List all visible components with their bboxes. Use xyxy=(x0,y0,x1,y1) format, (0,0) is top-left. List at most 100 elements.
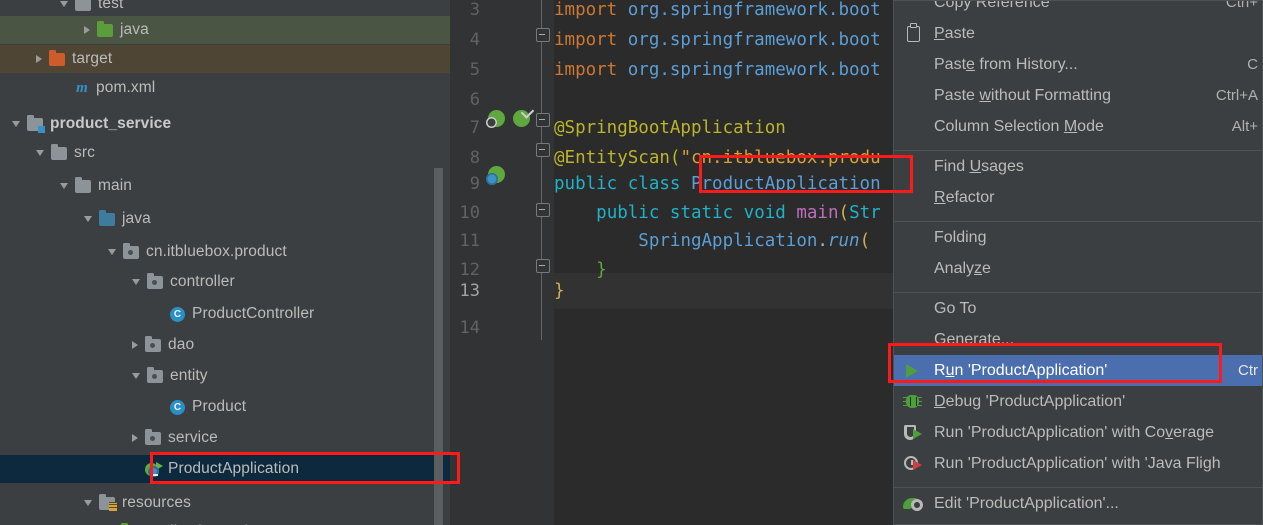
tree-item-label: ProductController xyxy=(192,305,315,322)
fold-marker-line8[interactable] xyxy=(536,143,550,157)
source-folder-icon xyxy=(97,20,114,38)
fold-marker-line5[interactable] xyxy=(536,28,550,42)
menu-item-paste[interactable]: Paste xyxy=(894,18,1262,49)
menu-spacer-icon xyxy=(902,157,926,177)
chevron-right-icon[interactable] xyxy=(132,434,138,442)
tree-item-service[interactable]: service xyxy=(0,424,450,452)
tree-scrollbar[interactable] xyxy=(434,168,443,525)
menu-item-label: Paste from History... xyxy=(934,55,1078,73)
menu-spacer-icon xyxy=(902,117,926,137)
menu-item-label: Debug 'ProductApplication' xyxy=(934,392,1126,410)
menu-item-debug-productapplication[interactable]: Debug 'ProductApplication' xyxy=(894,386,1262,417)
tree-item-productcontroller[interactable]: C ProductController xyxy=(0,300,450,328)
menu-item-go-to[interactable]: Go To xyxy=(894,293,1262,324)
chevron-down-icon[interactable] xyxy=(108,249,116,255)
chevron-right-icon[interactable] xyxy=(36,55,42,63)
tree-item-main[interactable]: main xyxy=(0,172,450,200)
tree-item-label: product_service xyxy=(50,115,172,132)
package-icon xyxy=(147,366,164,384)
menu-spacer-icon xyxy=(902,259,926,279)
project-tree-panel[interactable]: test java target m pom.xml product_service src… xyxy=(0,0,450,525)
sources-root-icon xyxy=(99,209,116,227)
chevron-down-icon[interactable] xyxy=(84,216,92,222)
chevron-right-icon[interactable] xyxy=(84,26,90,34)
chevron-down-icon[interactable] xyxy=(36,150,44,156)
chevron-right-icon[interactable] xyxy=(132,341,138,349)
chevron-down-icon[interactable] xyxy=(60,1,68,7)
java-class-icon: C xyxy=(169,306,186,322)
menu-item-generate[interactable]: Generate... xyxy=(894,324,1262,355)
menu-item-shortcut: Ctrl+A xyxy=(1215,87,1258,104)
maven-pom-icon: m xyxy=(76,79,88,96)
menu-item-column-selection-mode[interactable]: Column Selection Mode Alt+ xyxy=(894,111,1262,142)
tree-item-application-yml[interactable]: application.yml xyxy=(0,518,450,525)
menu-item-analyze[interactable]: Analyze xyxy=(894,253,1262,284)
menu-item-run-productapplication-with-java-fligh[interactable]: Run 'ProductApplication' with 'Java Flig… xyxy=(894,448,1262,479)
code-line[interactable]: 14 xyxy=(450,310,902,346)
menu-item-run-productapplication[interactable]: Run 'ProductApplication' Ctr xyxy=(894,355,1262,386)
package-icon xyxy=(147,272,164,290)
tree-item-product-service[interactable]: product_service xyxy=(0,110,450,138)
tree-item-dao[interactable]: dao xyxy=(0,331,450,359)
chevron-down-icon[interactable] xyxy=(60,183,68,189)
menu-item-paste-from-history[interactable]: Paste from History... C xyxy=(894,49,1262,80)
paste-icon xyxy=(902,22,926,44)
tree-item-src[interactable]: src xyxy=(0,139,450,167)
fold-marker-line7[interactable] xyxy=(536,113,550,127)
tree-item-target[interactable]: target xyxy=(0,45,450,73)
menu-item-run-productapplication-with-coverage[interactable]: Run 'ProductApplication' with Coverage xyxy=(894,417,1262,448)
tree-item-label: cn.itbluebox.product xyxy=(146,243,287,260)
code-editor[interactable]: 3 import org.springframework.boot 4 import … xyxy=(450,0,902,525)
tree-item-resources[interactable]: resources xyxy=(0,489,450,517)
tree-item-cn-itbluebox-product[interactable]: cn.itbluebox.product xyxy=(0,238,450,266)
editor-context-menu[interactable]: Copy Reference Ctrl+ Paste Paste from Histo… xyxy=(893,0,1263,525)
excluded-folder-icon xyxy=(49,49,66,67)
menu-item-shortcut: C xyxy=(1247,56,1258,73)
ide-window: test java target m pom.xml product_service src… xyxy=(0,0,1263,525)
tree-item-label: entity xyxy=(170,367,208,384)
fold-marker-line10[interactable] xyxy=(536,203,550,217)
tree-item-java[interactable]: java xyxy=(0,16,450,44)
menu-item-label: Refactor xyxy=(934,188,995,206)
menu-item-label: Folding xyxy=(934,228,987,246)
menu-item-edit-productapplication[interactable]: Edit 'ProductApplication'... xyxy=(894,488,1262,519)
menu-item-refactor[interactable]: Refactor xyxy=(894,182,1262,213)
chevron-down-icon[interactable] xyxy=(84,500,92,506)
menu-spacer-icon xyxy=(902,299,926,319)
menu-item-label: Analyze xyxy=(934,259,991,277)
code-text: } xyxy=(554,281,565,301)
tree-item-productapplication[interactable]: ProductApplication xyxy=(0,455,450,483)
tree-item-pom-xml[interactable]: m pom.xml xyxy=(0,74,450,102)
tree-item-label: src xyxy=(74,144,95,161)
menu-item-folding[interactable]: Folding xyxy=(894,222,1262,253)
chevron-down-icon[interactable] xyxy=(132,279,140,285)
folder-icon xyxy=(75,176,92,194)
package-icon xyxy=(145,335,162,353)
menu-item-label: Copy Reference xyxy=(934,0,1050,11)
menu-item-label: Edit 'ProductApplication'... xyxy=(934,494,1119,512)
menu-spacer-icon xyxy=(902,86,926,106)
spring-boot-run-gutter-icon[interactable] xyxy=(486,166,506,185)
tree-item-product[interactable]: C Product xyxy=(0,393,450,421)
tree-item-label: service xyxy=(168,429,218,446)
code-line[interactable]: 13} xyxy=(450,273,902,309)
folder-icon xyxy=(51,143,68,161)
debug-icon xyxy=(902,392,926,412)
menu-item-shortcut: Alt+ xyxy=(1231,118,1258,135)
tree-item-controller[interactable]: controller xyxy=(0,268,450,296)
menu-item-shortcut: Ctr xyxy=(1238,362,1258,379)
menu-item-paste-without-formatting[interactable]: Paste without Formatting Ctrl+A xyxy=(894,80,1262,111)
tree-item-label: ProductApplication xyxy=(168,460,300,477)
menu-item-copy-reference[interactable]: Copy Reference Ctrl+ xyxy=(894,0,1262,18)
menu-item-find-usages[interactable]: Find Usages xyxy=(894,151,1262,182)
menu-item-label: Column Selection Mode xyxy=(934,117,1104,135)
spring-config-gutter-icon[interactable] xyxy=(513,105,535,127)
chevron-down-icon[interactable] xyxy=(132,373,140,379)
menu-item-label: Find Usages xyxy=(934,157,1024,175)
spring-boot-app-icon xyxy=(145,461,163,477)
spring-bean-gutter-icon[interactable] xyxy=(486,110,506,128)
fold-marker-line12[interactable] xyxy=(536,259,550,273)
tree-item-java[interactable]: java xyxy=(0,205,450,233)
tree-item-entity[interactable]: entity xyxy=(0,362,450,390)
chevron-down-icon[interactable] xyxy=(12,121,20,127)
